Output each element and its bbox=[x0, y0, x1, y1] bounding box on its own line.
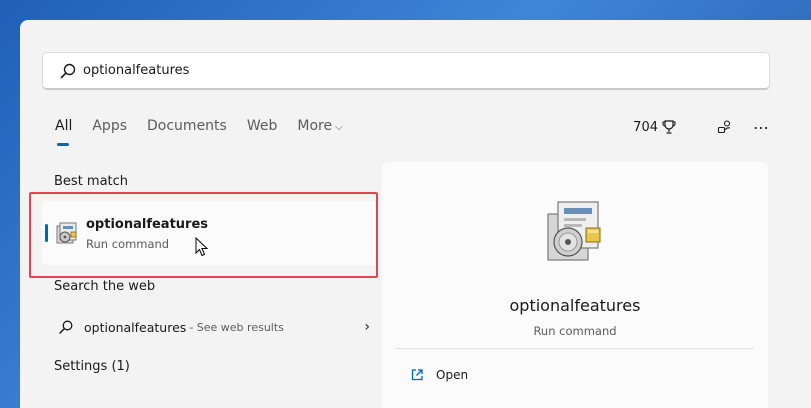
search-input[interactable] bbox=[83, 63, 723, 78]
mouse-cursor-icon bbox=[195, 237, 209, 257]
switch-account-button[interactable] bbox=[713, 116, 737, 138]
chevron-down-icon: ⌵ bbox=[335, 122, 343, 133]
tab-apps[interactable]: Apps bbox=[92, 118, 127, 134]
optionalfeatures-large-icon bbox=[547, 201, 601, 261]
filter-tabs: All Apps Documents Web More ⌵ bbox=[55, 118, 363, 146]
chevron-right-icon[interactable]: › bbox=[364, 319, 370, 335]
best-match-heading: Best match bbox=[54, 174, 129, 189]
divider bbox=[396, 348, 754, 349]
search-panel: All Apps Documents Web More⌵ 704 ⋯ bbox=[20, 20, 811, 408]
accounts-icon bbox=[717, 120, 731, 134]
search-icon bbox=[60, 63, 76, 78]
open-label: Open bbox=[436, 368, 469, 382]
search-icon bbox=[59, 320, 73, 334]
tab-documents[interactable]: Documents bbox=[147, 118, 227, 134]
web-search-result[interactable]: optionalfeatures - See web results › bbox=[42, 310, 376, 344]
trophy-icon bbox=[662, 120, 676, 134]
more-options-button[interactable]: ⋯ bbox=[749, 116, 773, 138]
open-button[interactable]: Open bbox=[410, 368, 468, 382]
details-app-type: Run command bbox=[533, 324, 617, 338]
search-box[interactable] bbox=[42, 52, 770, 90]
rewards-points-count: 704 bbox=[633, 119, 658, 135]
ellipsis-icon: ⋯ bbox=[753, 117, 769, 137]
tab-web[interactable]: Web bbox=[247, 118, 278, 134]
rewards-points[interactable]: 704 bbox=[633, 119, 677, 135]
top-right-controls: 704 ⋯ bbox=[633, 116, 773, 138]
annotation-highlight-box bbox=[29, 192, 378, 278]
open-external-icon bbox=[411, 369, 423, 381]
web-result-label: optionalfeatures bbox=[84, 319, 187, 335]
details-app-name: optionalfeatures bbox=[509, 296, 641, 315]
web-result-hint: - See web results bbox=[189, 320, 284, 334]
settings-heading: Settings (1) bbox=[54, 359, 130, 374]
tab-more[interactable]: More ⌵ bbox=[297, 118, 342, 134]
search-web-heading: Search the web bbox=[54, 279, 156, 294]
details-pane: optionalfeatures Run command Open bbox=[382, 162, 768, 408]
tab-all[interactable]: All bbox=[55, 118, 72, 146]
